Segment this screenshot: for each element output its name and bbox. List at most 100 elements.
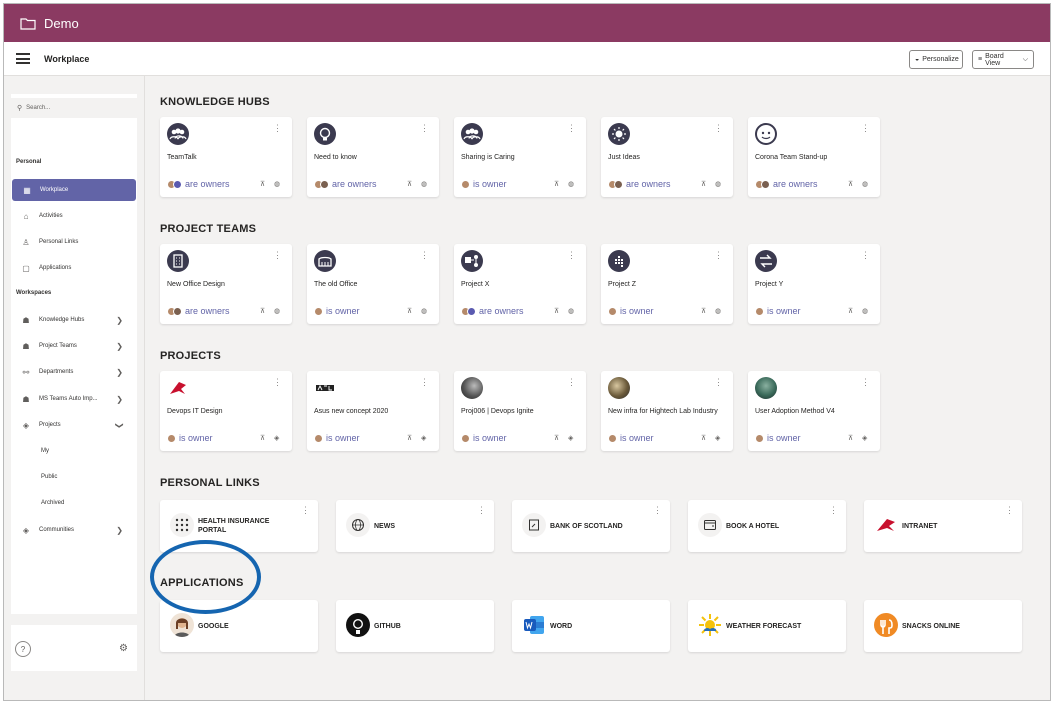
app-weather-forecast[interactable]: WEATHER FORECAST — [688, 600, 846, 652]
sidebar-item-ms-teams-auto-import[interactable]: ☗ MS Teams Auto Imp... ❯ — [11, 388, 137, 410]
hamburger-menu-icon[interactable] — [16, 53, 30, 64]
gear-icon[interactable]: ⚙ — [119, 643, 128, 654]
owners: is owner — [461, 433, 507, 443]
board-view-dropdown[interactable]: ≡ Board View ⌵ — [972, 50, 1034, 69]
help-icon[interactable]: ? — [15, 641, 31, 657]
sidebar-item-activities[interactable]: ⌂ Activities — [11, 205, 137, 227]
more-options-icon[interactable]: ⋮ — [714, 250, 723, 261]
more-options-icon[interactable]: ⋮ — [861, 123, 870, 134]
pin-icon[interactable]: ⊼ — [554, 180, 559, 188]
project-icon[interactable]: ◈ — [862, 434, 867, 442]
more-options-icon[interactable]: ⋮ — [829, 505, 838, 516]
card-new-office-design[interactable]: ⋮ New Office Design are owners ⊼ ◍ — [160, 244, 292, 324]
card-new-infra-for-hightech-lab-industry[interactable]: ⋮ New infra for Hightech Lab Industry is… — [601, 371, 733, 451]
pin-icon[interactable]: ⊼ — [701, 434, 706, 442]
project-icon: ◈ — [22, 525, 30, 535]
teams-icon[interactable]: ◍ — [568, 307, 574, 315]
more-options-icon[interactable]: ⋮ — [301, 505, 310, 516]
pin-icon[interactable]: ⊼ — [554, 434, 559, 442]
teams-icon[interactable]: ◍ — [421, 180, 427, 188]
pin-icon[interactable]: ⊼ — [260, 180, 265, 188]
pin-icon[interactable]: ⊼ — [260, 307, 265, 315]
lightbulb-icon — [314, 123, 336, 145]
link-book-a-hotel[interactable]: BOOK A HOTEL ⋮ — [688, 500, 846, 552]
pin-icon[interactable]: ⊼ — [260, 434, 265, 442]
sidebar-item-applications[interactable]: ▢ Applications — [11, 257, 137, 279]
more-options-icon[interactable]: ⋮ — [477, 505, 486, 516]
teams-icon[interactable]: ◍ — [862, 180, 868, 188]
more-options-icon[interactable]: ⋮ — [714, 123, 723, 134]
app-github[interactable]: GITHUB — [336, 600, 494, 652]
link-intranet[interactable]: INTRANET ⋮ — [864, 500, 1022, 552]
sidebar-footer: ? ⚙ — [11, 625, 137, 671]
project-icon[interactable]: ◈ — [421, 434, 426, 442]
teams-icon[interactable]: ◍ — [274, 180, 280, 188]
sidebar-item-project-teams[interactable]: ☗ Project Teams ❯ — [11, 335, 137, 357]
more-options-icon[interactable]: ⋮ — [567, 123, 576, 134]
teams-icon[interactable]: ◍ — [274, 307, 280, 315]
pin-icon[interactable]: ⊼ — [701, 307, 706, 315]
card-sharing-is-caring[interactable]: ⋮ Sharing is Caring is owner ⊼ ◍ — [454, 117, 586, 197]
app-google[interactable]: GOOGLE — [160, 600, 318, 652]
search-input[interactable]: ⚲ Search... — [11, 98, 137, 118]
link-news[interactable]: NEWS ⋮ — [336, 500, 494, 552]
more-options-icon[interactable]: ⋮ — [273, 123, 282, 134]
link-bank-of-scotland[interactable]: BANK OF SCOTLAND ⋮ — [512, 500, 670, 552]
more-options-icon[interactable]: ⋮ — [653, 505, 662, 516]
more-options-icon[interactable]: ⋮ — [861, 250, 870, 261]
app-word[interactable]: WORD — [512, 600, 670, 652]
card-need-to-know[interactable]: ⋮ Need to know are owners ⊼ ◍ — [307, 117, 439, 197]
link-health-insurance-portal[interactable]: HEALTH INSURANCE PORTAL ⋮ — [160, 500, 318, 552]
more-options-icon[interactable]: ⋮ — [567, 377, 576, 388]
card-project-z[interactable]: ⋮ Project Z is owner ⊼ ◍ — [601, 244, 733, 324]
card-proj006-devops-ignite[interactable]: ⋮ Proj006 | Devops Ignite is owner ⊼ ◈ — [454, 371, 586, 451]
pin-icon[interactable]: ⊼ — [407, 307, 412, 315]
card-the-old-office[interactable]: ⋮ The old Office is owner ⊼ ◍ — [307, 244, 439, 324]
card-user-adoption-method-v4[interactable]: ⋮ User Adoption Method V4 is owner ⊼ ◈ — [748, 371, 880, 451]
sidebar-item-projects[interactable]: ◈ Projects ❯ — [11, 414, 137, 436]
card-corona-team-stand-up[interactable]: ⋮ Corona Team Stand-up are owners ⊼ ◍ — [748, 117, 880, 197]
more-options-icon[interactable]: ⋮ — [420, 377, 429, 388]
card-devops-it-design[interactable]: ⋮ Devops IT Design is owner ⊼ ◈ — [160, 371, 292, 451]
sidebar-subitem-my[interactable]: My — [41, 448, 49, 454]
more-options-icon[interactable]: ⋮ — [1005, 505, 1014, 516]
more-options-icon[interactable]: ⋮ — [861, 377, 870, 388]
card-asus-new-concept-2020[interactable]: ⋮ Asus new concept 2020 is owner ⊼ ◈ — [307, 371, 439, 451]
personalize-button[interactable]: ◒ Personalize — [909, 50, 963, 69]
card-project-y[interactable]: ⋮ Project Y is owner ⊼ ◍ — [748, 244, 880, 324]
sidebar-subitem-public[interactable]: Public — [41, 474, 57, 480]
card-teamtalk[interactable]: ⋮ TeamTalk are owners ⊼ ◍ — [160, 117, 292, 197]
sidebar-item-workplace[interactable]: ▦ Workplace — [12, 179, 136, 201]
pin-icon[interactable]: ⊼ — [554, 307, 559, 315]
teams-icon[interactable]: ◍ — [715, 307, 721, 315]
sidebar-subitem-archived[interactable]: Archived — [41, 500, 64, 506]
pin-icon[interactable]: ⊼ — [848, 434, 853, 442]
pin-icon[interactable]: ⊼ — [848, 180, 853, 188]
more-options-icon[interactable]: ⋮ — [273, 250, 282, 261]
teams-icon[interactable]: ◍ — [862, 307, 868, 315]
pin-icon[interactable]: ⊼ — [407, 434, 412, 442]
project-icon[interactable]: ◈ — [274, 434, 279, 442]
more-options-icon[interactable]: ⋮ — [273, 377, 282, 388]
project-icon[interactable]: ◈ — [568, 434, 573, 442]
more-options-icon[interactable]: ⋮ — [420, 250, 429, 261]
sidebar-item-personal-links[interactable]: ♙ Personal Links — [11, 231, 137, 253]
card-project-x[interactable]: ⋮ Project X are owners ⊼ ◍ — [454, 244, 586, 324]
link-name: BOOK A HOTEL — [726, 523, 780, 530]
more-options-icon[interactable]: ⋮ — [420, 123, 429, 134]
teams-icon[interactable]: ◍ — [568, 180, 574, 188]
sidebar-item-communities[interactable]: ◈ Communities ❯ — [11, 519, 137, 541]
project-icon[interactable]: ◈ — [715, 434, 720, 442]
avatar — [167, 433, 176, 443]
app-snacks-online[interactable]: SNACKS ONLINE — [864, 600, 1022, 652]
sidebar-item-departments[interactable]: ⚯ Departments ❯ — [11, 361, 137, 383]
more-options-icon[interactable]: ⋮ — [567, 250, 576, 261]
card-just-ideas[interactable]: ⋮ Just Ideas are owners ⊼ ◍ — [601, 117, 733, 197]
pin-icon[interactable]: ⊼ — [701, 180, 706, 188]
pin-icon[interactable]: ⊼ — [407, 180, 412, 188]
more-options-icon[interactable]: ⋮ — [714, 377, 723, 388]
teams-icon[interactable]: ◍ — [715, 180, 721, 188]
pin-icon[interactable]: ⊼ — [848, 307, 853, 315]
sidebar-item-knowledge-hubs[interactable]: ☗ Knowledge Hubs ❯ — [11, 309, 137, 331]
teams-icon[interactable]: ◍ — [421, 307, 427, 315]
